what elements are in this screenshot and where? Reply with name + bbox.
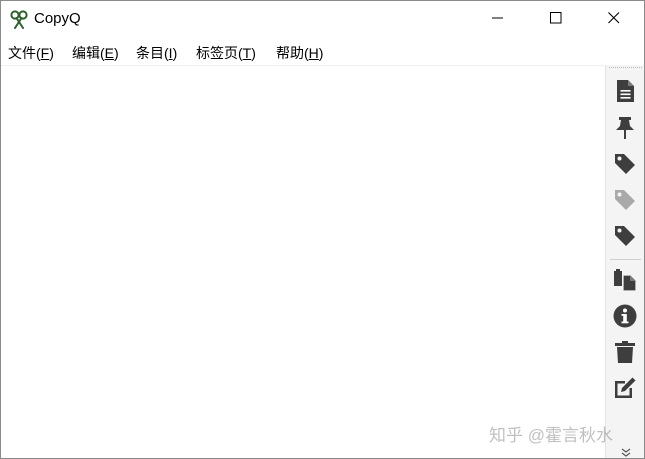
window-title: CopyQ bbox=[34, 10, 81, 27]
new-item-button[interactable] bbox=[612, 77, 638, 105]
copy-icon bbox=[613, 268, 637, 292]
maximize-icon bbox=[550, 12, 562, 24]
clipboard-item-list[interactable] bbox=[1, 65, 604, 458]
menu-edit[interactable]: 编辑(E) bbox=[72, 43, 119, 63]
tag-icon bbox=[614, 153, 636, 175]
toolbar-grip[interactable] bbox=[609, 67, 642, 69]
close-button[interactable] bbox=[591, 1, 637, 35]
tag-button-2[interactable] bbox=[612, 222, 638, 250]
maximize-button[interactable] bbox=[533, 1, 579, 35]
menu-bar: 文件(F) 编辑(E) 条目(I) 标签页(T) 帮助(H) bbox=[1, 39, 644, 63]
tag-button[interactable] bbox=[612, 150, 638, 178]
trash-icon bbox=[614, 340, 636, 364]
info-button[interactable] bbox=[612, 302, 638, 330]
side-toolbar bbox=[605, 65, 644, 458]
copy-button[interactable] bbox=[612, 266, 638, 294]
tag-icon bbox=[614, 225, 636, 247]
info-icon bbox=[613, 304, 637, 328]
minimize-button[interactable] bbox=[475, 1, 521, 35]
title-bar[interactable]: CopyQ bbox=[1, 1, 644, 37]
tag-disabled-icon bbox=[614, 189, 636, 211]
new-item-document-icon bbox=[615, 79, 635, 103]
pin-icon bbox=[614, 116, 636, 140]
menu-tabs[interactable]: 标签页(T) bbox=[196, 43, 256, 63]
delete-button[interactable] bbox=[612, 338, 638, 366]
watermark: 知乎 @霍言秋水 bbox=[489, 426, 613, 445]
more-chevron-icon[interactable] bbox=[620, 445, 632, 457]
minimize-icon bbox=[492, 12, 504, 24]
copyq-window: CopyQ 文件(F) 编辑(E) 条目(I) 标签页(T) 帮助(H) 知乎 … bbox=[0, 0, 645, 459]
menu-item[interactable]: 条目(I) bbox=[136, 43, 177, 63]
copyq-scissors-icon bbox=[9, 9, 29, 29]
menu-help[interactable]: 帮助(H) bbox=[276, 43, 323, 63]
edit-icon bbox=[613, 376, 637, 400]
close-icon bbox=[608, 12, 620, 24]
pin-button[interactable] bbox=[612, 114, 638, 142]
toolbar-separator bbox=[610, 259, 641, 260]
edit-button[interactable] bbox=[612, 374, 638, 402]
menu-file[interactable]: 文件(F) bbox=[8, 43, 54, 63]
tag-button-disabled[interactable] bbox=[612, 186, 638, 214]
